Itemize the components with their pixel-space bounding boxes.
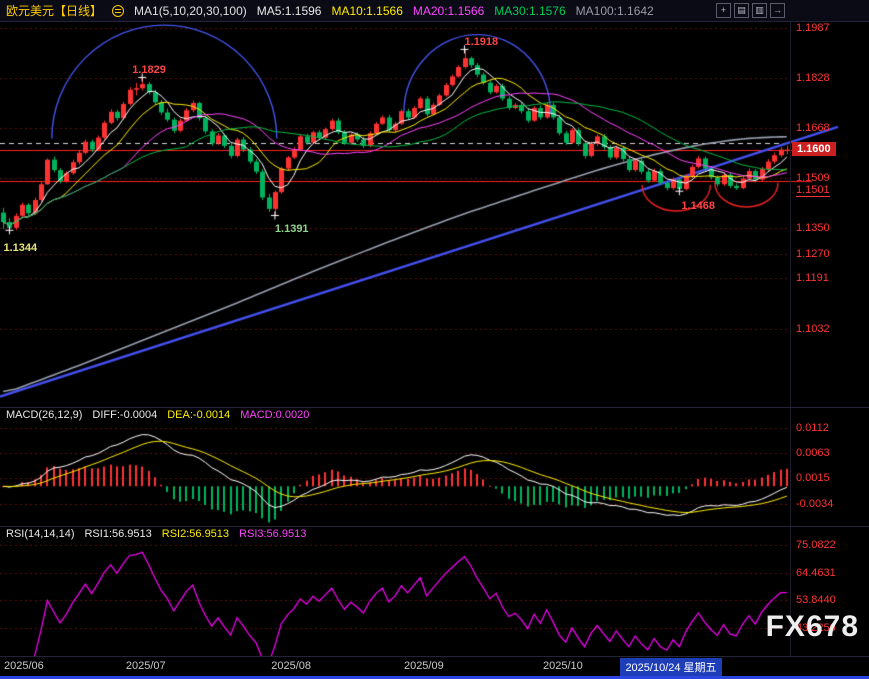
macd-chart-canvas[interactable] — [0, 408, 869, 527]
toolbar-icon-group: + ▤ ▥ → — [716, 3, 785, 18]
panel-separator — [0, 656, 869, 657]
ma20-value: MA20:1.1566 — [413, 4, 484, 18]
toolbar: 欧元美元【日线】 MA1(5,10,20,30,100) MA5:1.1596 … — [0, 0, 869, 22]
x-axis — [0, 657, 869, 676]
panel-separator — [0, 407, 869, 408]
zoom-in-icon[interactable]: + — [716, 3, 731, 18]
ma10-value: MA10:1.1566 — [331, 4, 402, 18]
rsi-chart-canvas[interactable] — [0, 527, 869, 657]
panel-separator — [0, 526, 869, 527]
ma-settings-label: MA1(5,10,20,30,100) — [134, 4, 247, 18]
watermark: FX678 — [766, 610, 859, 644]
next-page-icon[interactable]: → — [770, 3, 785, 18]
symbol-title[interactable]: 欧元美元【日线】 — [6, 2, 102, 19]
grid-view-icon[interactable]: ▤ — [734, 3, 749, 18]
forex-chart-window: 欧元美元【日线】 MA1(5,10,20,30,100) MA5:1.1596 … — [0, 0, 869, 679]
symbol-menu-icon[interactable] — [112, 5, 124, 17]
ma5-value: MA5:1.1596 — [257, 4, 322, 18]
ma30-value: MA30:1.1576 — [494, 4, 565, 18]
ma100-value: MA100:1.1642 — [576, 4, 654, 18]
panel-view-icon[interactable]: ▥ — [752, 3, 767, 18]
price-axis-divider — [790, 22, 791, 657]
main-chart-canvas[interactable] — [0, 22, 869, 408]
